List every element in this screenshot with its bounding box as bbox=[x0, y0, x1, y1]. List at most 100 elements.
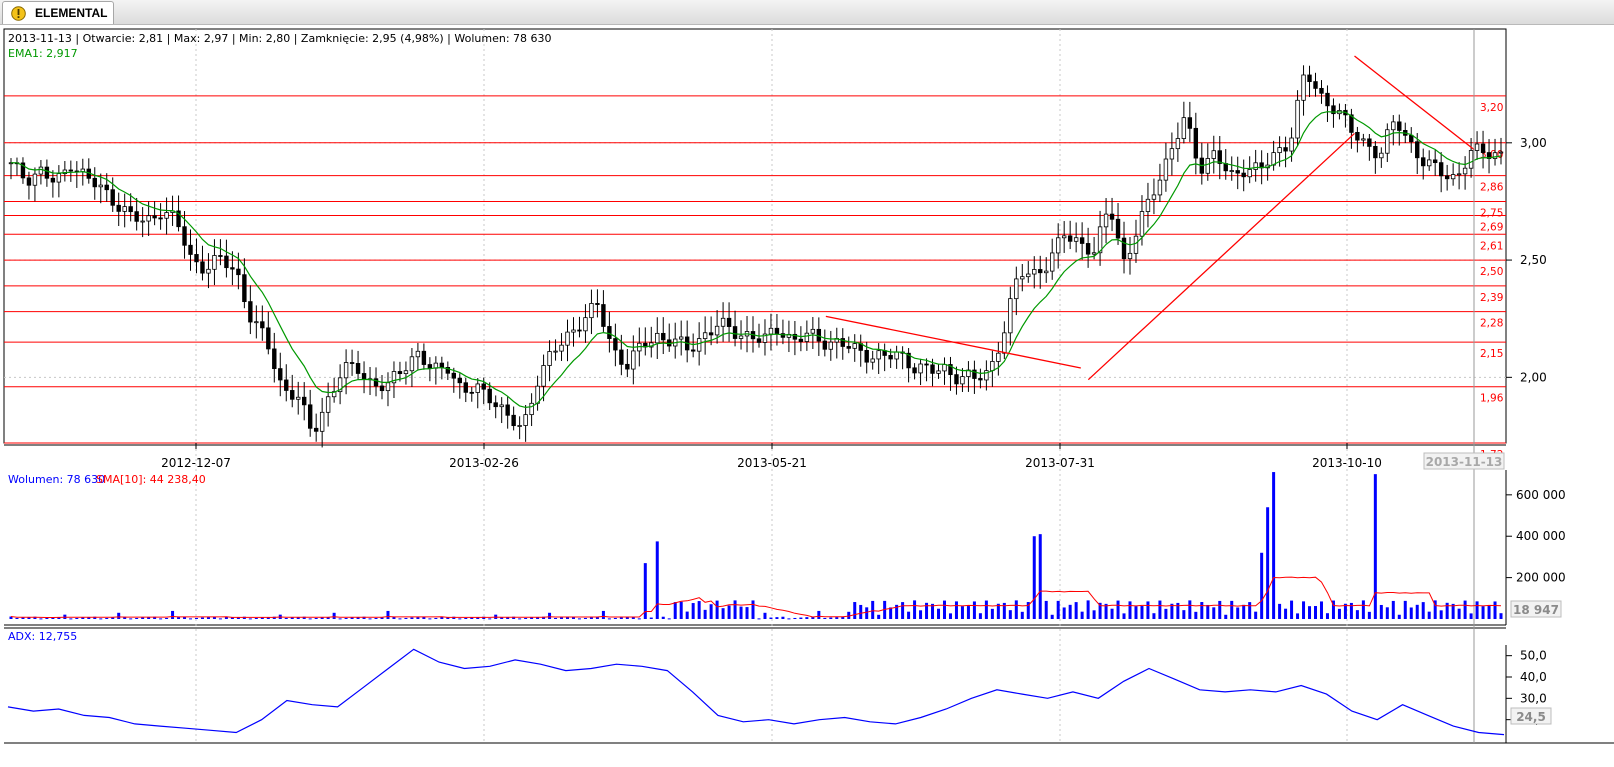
volume-bar bbox=[978, 613, 982, 619]
volume-bar bbox=[619, 617, 623, 619]
volume-bar bbox=[859, 604, 863, 619]
volume-bar bbox=[200, 617, 204, 619]
candle-body bbox=[122, 206, 127, 212]
volume-bar bbox=[739, 606, 743, 619]
candle-body bbox=[1175, 138, 1181, 150]
volume-bar bbox=[1188, 600, 1192, 619]
candle-body bbox=[1085, 243, 1091, 255]
candle-body bbox=[451, 372, 457, 379]
volume-bar bbox=[667, 618, 671, 620]
volume-bar bbox=[105, 617, 109, 619]
candle-body bbox=[481, 383, 486, 390]
adx-tick-label: 50,0 bbox=[1520, 649, 1547, 663]
volume-bar bbox=[1290, 600, 1294, 619]
volume-bar bbox=[141, 617, 145, 619]
volume-bar bbox=[601, 610, 605, 619]
candle-body bbox=[996, 352, 1001, 362]
tab-elemental[interactable]: ELEMENTAL bbox=[2, 1, 114, 24]
chart-area[interactable]: 3,20 3,00 2,86 2,75 2,69 2,61 2,50 2,39 2,28 2,15… bbox=[0, 25, 1614, 767]
volume-bar bbox=[189, 618, 193, 620]
level-label: 2,39 bbox=[1480, 292, 1503, 304]
price-header-info: 2013-11-13 | Otwarcie: 2,81 | Max: 2,97 … bbox=[8, 32, 552, 45]
candle-body bbox=[702, 332, 708, 340]
volume-bar bbox=[817, 610, 821, 619]
candle-body bbox=[499, 404, 504, 408]
volume-bar bbox=[1373, 474, 1377, 619]
volume-bar bbox=[1391, 600, 1395, 619]
candle-body bbox=[1397, 121, 1402, 131]
volume-bar bbox=[691, 603, 695, 619]
volume-bar bbox=[368, 618, 372, 620]
candle-body bbox=[768, 327, 774, 335]
volume-bar bbox=[1050, 614, 1054, 619]
candle-body bbox=[738, 335, 744, 339]
candle-body bbox=[1223, 163, 1228, 172]
volume-bar bbox=[901, 602, 905, 619]
candle-body bbox=[1127, 252, 1133, 260]
volume-bar bbox=[907, 611, 911, 619]
candle-body bbox=[1014, 278, 1019, 300]
volume-bar bbox=[1008, 610, 1012, 619]
volume-bar bbox=[1212, 607, 1216, 619]
candle-body bbox=[990, 361, 995, 372]
candle-body bbox=[415, 350, 421, 358]
candle-body bbox=[1103, 213, 1109, 228]
candle-body bbox=[385, 382, 391, 392]
candle-body bbox=[302, 396, 307, 406]
candle-body bbox=[1067, 235, 1073, 242]
volume-bar bbox=[1355, 610, 1359, 619]
volume-bar bbox=[398, 618, 402, 620]
candle-body bbox=[116, 204, 121, 212]
volume-bar bbox=[416, 617, 420, 619]
candle-body bbox=[529, 402, 534, 416]
volume-bar bbox=[937, 608, 941, 619]
candle-body bbox=[1151, 194, 1157, 200]
candle-body bbox=[565, 331, 570, 346]
level-label: 2,28 bbox=[1480, 318, 1503, 330]
volume-bar bbox=[1296, 613, 1300, 619]
volume-bar bbox=[990, 608, 994, 619]
volume-bar bbox=[1308, 606, 1312, 619]
candle-body bbox=[1367, 138, 1372, 147]
candle-body bbox=[804, 332, 810, 342]
volume-bar bbox=[715, 600, 719, 619]
candle-body bbox=[1253, 162, 1258, 170]
candle-body bbox=[26, 177, 32, 186]
candle-body bbox=[379, 385, 385, 392]
volume-bar bbox=[1409, 607, 1413, 619]
candle-body bbox=[1498, 151, 1504, 154]
candle-body bbox=[511, 414, 516, 427]
candle-body bbox=[355, 363, 361, 374]
candle-body bbox=[942, 364, 947, 372]
candle-body bbox=[828, 341, 833, 350]
candle-body bbox=[1319, 87, 1324, 94]
volume-bar bbox=[1278, 603, 1282, 619]
volume-bar bbox=[1469, 613, 1473, 619]
candle-body bbox=[290, 390, 295, 400]
volume-bar bbox=[613, 617, 617, 619]
candle-body bbox=[1050, 252, 1055, 272]
volume-bar bbox=[428, 618, 432, 620]
candle-body bbox=[224, 255, 229, 269]
volume-bar bbox=[799, 617, 803, 619]
volume-bar bbox=[1266, 507, 1270, 619]
volume-bar bbox=[434, 617, 438, 619]
candle-body bbox=[1091, 252, 1097, 255]
candle-body bbox=[140, 220, 145, 223]
candle-body bbox=[272, 348, 277, 370]
candle-body bbox=[134, 211, 139, 222]
volume-bar bbox=[1421, 602, 1425, 619]
candle-body bbox=[1187, 117, 1193, 129]
candle-body bbox=[1032, 269, 1037, 275]
volume-bar bbox=[75, 617, 79, 619]
volume-bar bbox=[518, 618, 522, 620]
candle-body bbox=[1038, 269, 1043, 274]
volume-bar bbox=[404, 617, 408, 619]
candle-body bbox=[188, 244, 193, 255]
candle-body bbox=[690, 349, 696, 352]
candle-body bbox=[313, 427, 319, 432]
volume-bar bbox=[99, 618, 103, 620]
candle-body bbox=[1301, 74, 1306, 101]
candle-body bbox=[1073, 237, 1079, 242]
candle-body bbox=[296, 396, 301, 400]
